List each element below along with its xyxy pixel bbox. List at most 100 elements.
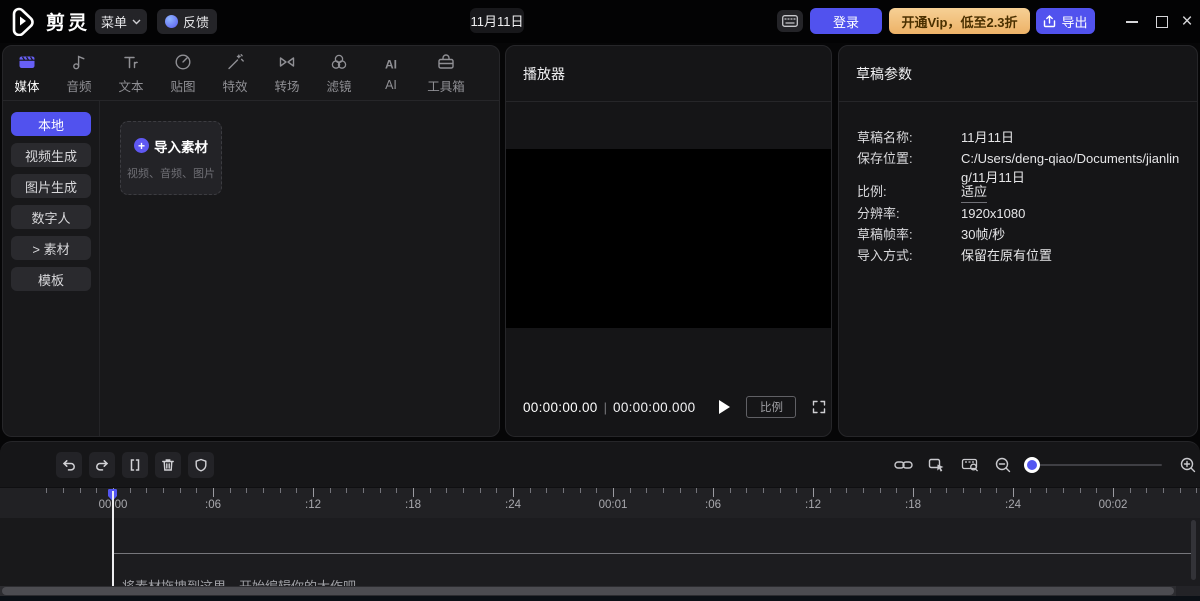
tab-sticker[interactable]: 贴图 [161, 52, 205, 95]
chevron-down-icon [132, 19, 141, 25]
toolbox-icon [436, 52, 456, 72]
ruler-label: :06 [705, 499, 721, 511]
close-button[interactable]: × [1172, 0, 1200, 43]
player-controls: 00:00:00.00 | 00:00:00.000 比例 [506, 395, 831, 419]
sidebar-item-image-gen-label: 图片生成 [25, 177, 77, 196]
media-sidebar: 本地 视频生成 图片生成 数字人 > 素材 模板 [3, 101, 100, 436]
undo-button[interactable] [56, 452, 82, 478]
param-framerate-value: 30帧/秒 [961, 225, 1005, 244]
timeline-zoom-slider-track[interactable] [1024, 464, 1162, 466]
trash-icon [160, 457, 176, 473]
shield-icon [193, 457, 209, 473]
ruler-label: :06 [205, 499, 221, 511]
feedback-button[interactable]: 反馈 [157, 9, 217, 34]
tab-media[interactable]: 媒体 [5, 52, 49, 95]
maximize-icon [1156, 16, 1168, 28]
media-panel: 媒体 音频 文本 贴图 特效 [2, 45, 500, 437]
transition-icon [277, 52, 297, 72]
timeline-zoom-slider-thumb[interactable] [1024, 457, 1040, 473]
tab-filters-label: 滤镜 [326, 76, 351, 95]
param-framerate-label: 草稿帧率: [857, 225, 961, 244]
ai-icon: AI [381, 54, 401, 74]
current-time: 00:00:00.00 [523, 400, 598, 415]
param-row-resolution: 分辨率: 1920x1080 [857, 204, 1183, 223]
menu-button[interactable]: 菜单 [95, 9, 147, 34]
tab-text[interactable]: 文本 [109, 52, 153, 95]
param-resolution-value: 1920x1080 [961, 204, 1025, 223]
top-bar: 剪灵 菜单 反馈 11月11日 登录 开通Vip，低至2.3折 导出 × [0, 0, 1200, 43]
redo-icon [94, 457, 110, 473]
zoom-out-button[interactable] [993, 455, 1013, 475]
ratio-label: 比例 [760, 399, 783, 415]
param-name-value: 11月11日 [961, 128, 1014, 147]
tab-sticker-label: 贴图 [170, 76, 195, 95]
zoom-in-icon [1179, 456, 1197, 474]
app-logo: 剪灵 [8, 6, 90, 36]
shortcut-keyboard-button[interactable] [777, 10, 803, 32]
import-media-hint: 视频、音频、图片 [127, 165, 215, 181]
tab-filters[interactable]: 滤镜 [317, 52, 361, 95]
track-header-gutter [0, 518, 111, 586]
vip-label: 开通Vip，低至2.3折 [901, 12, 1017, 31]
login-button[interactable]: 登录 [810, 8, 882, 34]
sidebar-item-local[interactable]: 本地 [11, 112, 91, 136]
vertical-scrollbar[interactable] [1191, 520, 1196, 580]
vip-button[interactable]: 开通Vip，低至2.3折 [889, 8, 1030, 34]
split-button[interactable] [122, 452, 148, 478]
preview-axis-button[interactable] [960, 455, 980, 475]
sidebar-item-video-gen[interactable]: 视频生成 [11, 143, 91, 167]
tab-ai[interactable]: AI AI [369, 54, 413, 92]
delete-button[interactable] [155, 452, 181, 478]
zoom-in-button[interactable] [1178, 455, 1198, 475]
tab-effects[interactable]: 特效 [213, 52, 257, 95]
ruler-label: :18 [905, 499, 921, 511]
video-preview [506, 149, 831, 328]
time-divider: | [604, 400, 607, 415]
horizontal-scrollbar[interactable] [0, 586, 1200, 596]
tab-media-label: 媒体 [14, 76, 39, 95]
app-name: 剪灵 [46, 8, 90, 35]
import-media-button[interactable]: + 导入素材 [134, 136, 208, 156]
param-row-framerate: 草稿帧率: 30帧/秒 [857, 225, 1183, 244]
draft-params-title: 草稿参数 [856, 64, 912, 84]
clapperboard-icon [17, 52, 37, 72]
login-label: 登录 [833, 12, 859, 31]
tab-audio[interactable]: 音频 [57, 52, 101, 95]
sidebar-item-templates[interactable]: 模板 [11, 267, 91, 291]
auto-snap-button[interactable] [893, 455, 913, 475]
tab-transitions[interactable]: 转场 [265, 52, 309, 95]
import-media-dropzone[interactable]: + 导入素材 视频、音频、图片 [120, 121, 222, 195]
play-button[interactable] [719, 400, 730, 414]
sidebar-item-image-gen[interactable]: 图片生成 [11, 174, 91, 198]
horizontal-scrollbar-thumb[interactable] [2, 587, 1174, 595]
playhead-line[interactable] [112, 491, 114, 586]
fullscreen-button[interactable] [811, 399, 827, 415]
redo-button[interactable] [89, 452, 115, 478]
keyboard-icon [782, 15, 798, 27]
tab-toolbox[interactable]: 工具箱 [421, 52, 471, 95]
export-button[interactable]: 导出 [1036, 8, 1095, 34]
ratio-button[interactable]: 比例 [746, 396, 796, 418]
timeline-ruler[interactable]: 00:00 :06 :12 :18 :24 00:01 :06 :12 :18 … [0, 487, 1200, 519]
param-ratio-label: 比例: [857, 182, 961, 203]
mask-button[interactable] [188, 452, 214, 478]
ruler-label: :18 [405, 499, 421, 511]
close-icon: × [1181, 12, 1192, 31]
filter-circles-icon [329, 52, 349, 72]
tab-toolbox-label: 工具箱 [427, 76, 465, 95]
draft-params-header: 草稿参数 [839, 46, 1197, 102]
linkage-button[interactable] [927, 455, 947, 475]
timeline-tracks[interactable]: 将素材拖拽到这里，开始编辑你的大作吧 [0, 518, 1200, 586]
ruler-label: :12 [305, 499, 321, 511]
sidebar-item-assets[interactable]: > 素材 [11, 236, 91, 260]
sticker-icon [173, 52, 193, 72]
preview-axis-icon [961, 457, 980, 473]
app-logo-icon [8, 6, 38, 36]
minimize-button[interactable] [1117, 0, 1147, 43]
timeline-panel: 00:00 :06 :12 :18 :24 00:01 :06 :12 :18 … [0, 441, 1200, 601]
sidebar-item-digital-human[interactable]: 数字人 [11, 205, 91, 229]
draft-params-panel: 草稿参数 草稿名称: 11月11日 保存位置: C:/Users/deng-qi… [838, 45, 1198, 437]
zoom-out-icon [994, 456, 1012, 474]
sidebar-item-local-label: 本地 [38, 115, 64, 134]
param-ratio-value[interactable]: 适应 [961, 182, 987, 203]
